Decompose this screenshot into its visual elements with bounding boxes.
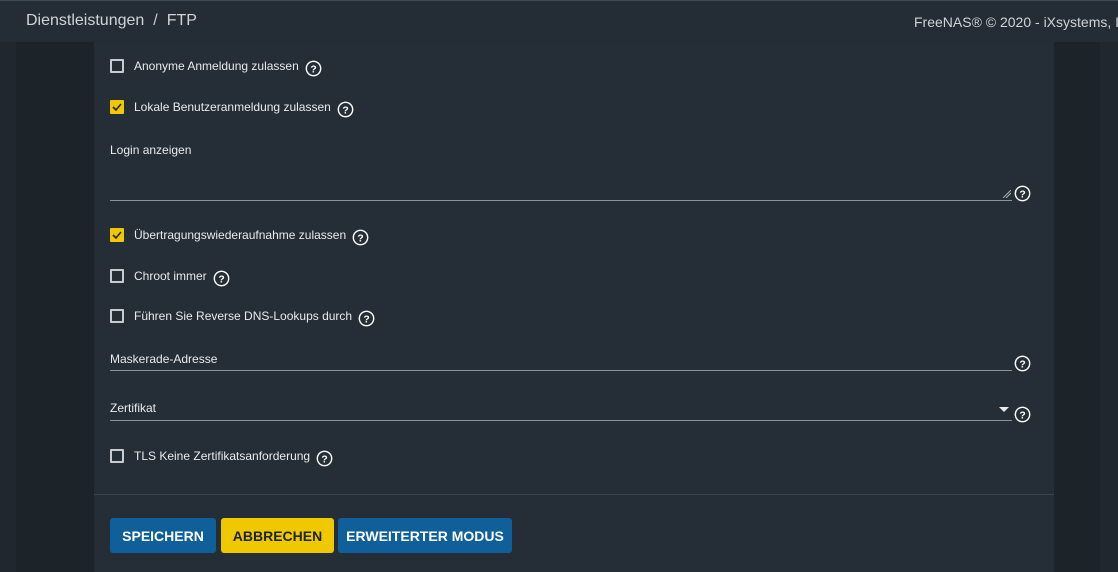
tls-no-cert-label: TLS Keine Zertifikatsanforderung xyxy=(134,448,311,463)
dropdown-arrow-icon[interactable] xyxy=(999,407,1009,413)
svg-text:?: ? xyxy=(310,64,316,75)
reverse-dns-row: Führen Sie Reverse DNS-Lookups durch ? xyxy=(110,304,375,327)
tls-no-cert-row: TLS Keine Zertifikatsanforderung ? xyxy=(110,444,333,467)
svg-text:?: ? xyxy=(357,233,363,244)
left-panel xyxy=(0,42,16,572)
anon-login-checkbox[interactable] xyxy=(110,58,124,73)
chroot-checkbox[interactable] xyxy=(110,268,124,283)
right-panel xyxy=(1100,42,1118,572)
certificate-underline xyxy=(110,420,1012,421)
svg-text:?: ? xyxy=(1019,410,1025,421)
certificate-select[interactable] xyxy=(110,396,1012,420)
resume-checkbox[interactable] xyxy=(110,227,124,242)
masquerade-address-input[interactable] xyxy=(110,347,1012,370)
svg-text:?: ? xyxy=(321,454,327,465)
help-icon[interactable]: ? xyxy=(1014,355,1031,372)
help-icon[interactable]: ? xyxy=(316,450,333,467)
local-login-label: Lokale Benutzeranmeldung zulassen xyxy=(134,99,331,114)
tls-no-cert-checkbox[interactable] xyxy=(110,448,124,463)
anon-login-label: Anonyme Anmeldung zulassen xyxy=(134,58,299,73)
save-button[interactable]: SPEICHERN xyxy=(110,518,216,553)
chroot-row: Chroot immer ? xyxy=(110,264,230,287)
masquerade-address-underline xyxy=(110,370,1012,371)
svg-text:?: ? xyxy=(218,274,224,285)
login-display-label: Login anzeigen xyxy=(110,143,192,157)
top-bar: Dienstleistungen / FTP FreeNAS® © 2020 - i… xyxy=(0,0,1118,42)
ftp-settings-card: Anonyme Anmeldung zulassen ? Lokale Benu… xyxy=(94,42,1054,572)
resize-handle-icon[interactable] xyxy=(1003,190,1011,198)
copyright-text: FreeNAS® © 2020 - iXsystems, Inc xyxy=(914,14,1118,30)
local-login-row: Lokale Benutzeranmeldung zulassen ? xyxy=(110,95,354,118)
checkmark-icon xyxy=(112,230,122,239)
cancel-button[interactable]: ABBRECHEN xyxy=(221,518,334,553)
help-icon[interactable]: ? xyxy=(1014,185,1031,202)
advanced-mode-button[interactable]: ERWEITERTER MODUS xyxy=(338,518,512,553)
help-icon[interactable]: ? xyxy=(337,101,354,118)
actions-divider xyxy=(94,494,1054,495)
help-icon[interactable]: ? xyxy=(358,310,375,327)
svg-text:?: ? xyxy=(1019,359,1025,370)
resume-label: Übertragungswiederaufnahme zulassen xyxy=(134,227,347,242)
login-display-textarea[interactable] xyxy=(110,160,1012,200)
breadcrumb: Dienstleistungen / FTP xyxy=(26,12,197,30)
svg-text:?: ? xyxy=(363,314,369,325)
login-display-underline xyxy=(110,200,1012,201)
help-icon[interactable]: ? xyxy=(1014,406,1031,423)
breadcrumb-services[interactable]: Dienstleistungen xyxy=(26,12,144,29)
help-icon[interactable]: ? xyxy=(213,270,230,287)
checkmark-icon xyxy=(112,102,122,111)
resume-row: Übertragungswiederaufnahme zulassen ? xyxy=(110,223,369,246)
breadcrumb-separator: / xyxy=(153,12,158,29)
help-icon[interactable]: ? xyxy=(305,60,322,77)
reverse-dns-checkbox[interactable] xyxy=(110,308,124,323)
svg-text:?: ? xyxy=(1019,189,1025,200)
chroot-label: Chroot immer xyxy=(134,268,207,283)
svg-text:?: ? xyxy=(342,105,348,116)
breadcrumb-ftp: FTP xyxy=(166,12,197,29)
anon-login-row: Anonyme Anmeldung zulassen ? xyxy=(110,54,322,77)
reverse-dns-label: Führen Sie Reverse DNS-Lookups durch xyxy=(134,308,353,323)
help-icon[interactable]: ? xyxy=(352,229,369,246)
local-login-checkbox[interactable] xyxy=(110,99,124,114)
